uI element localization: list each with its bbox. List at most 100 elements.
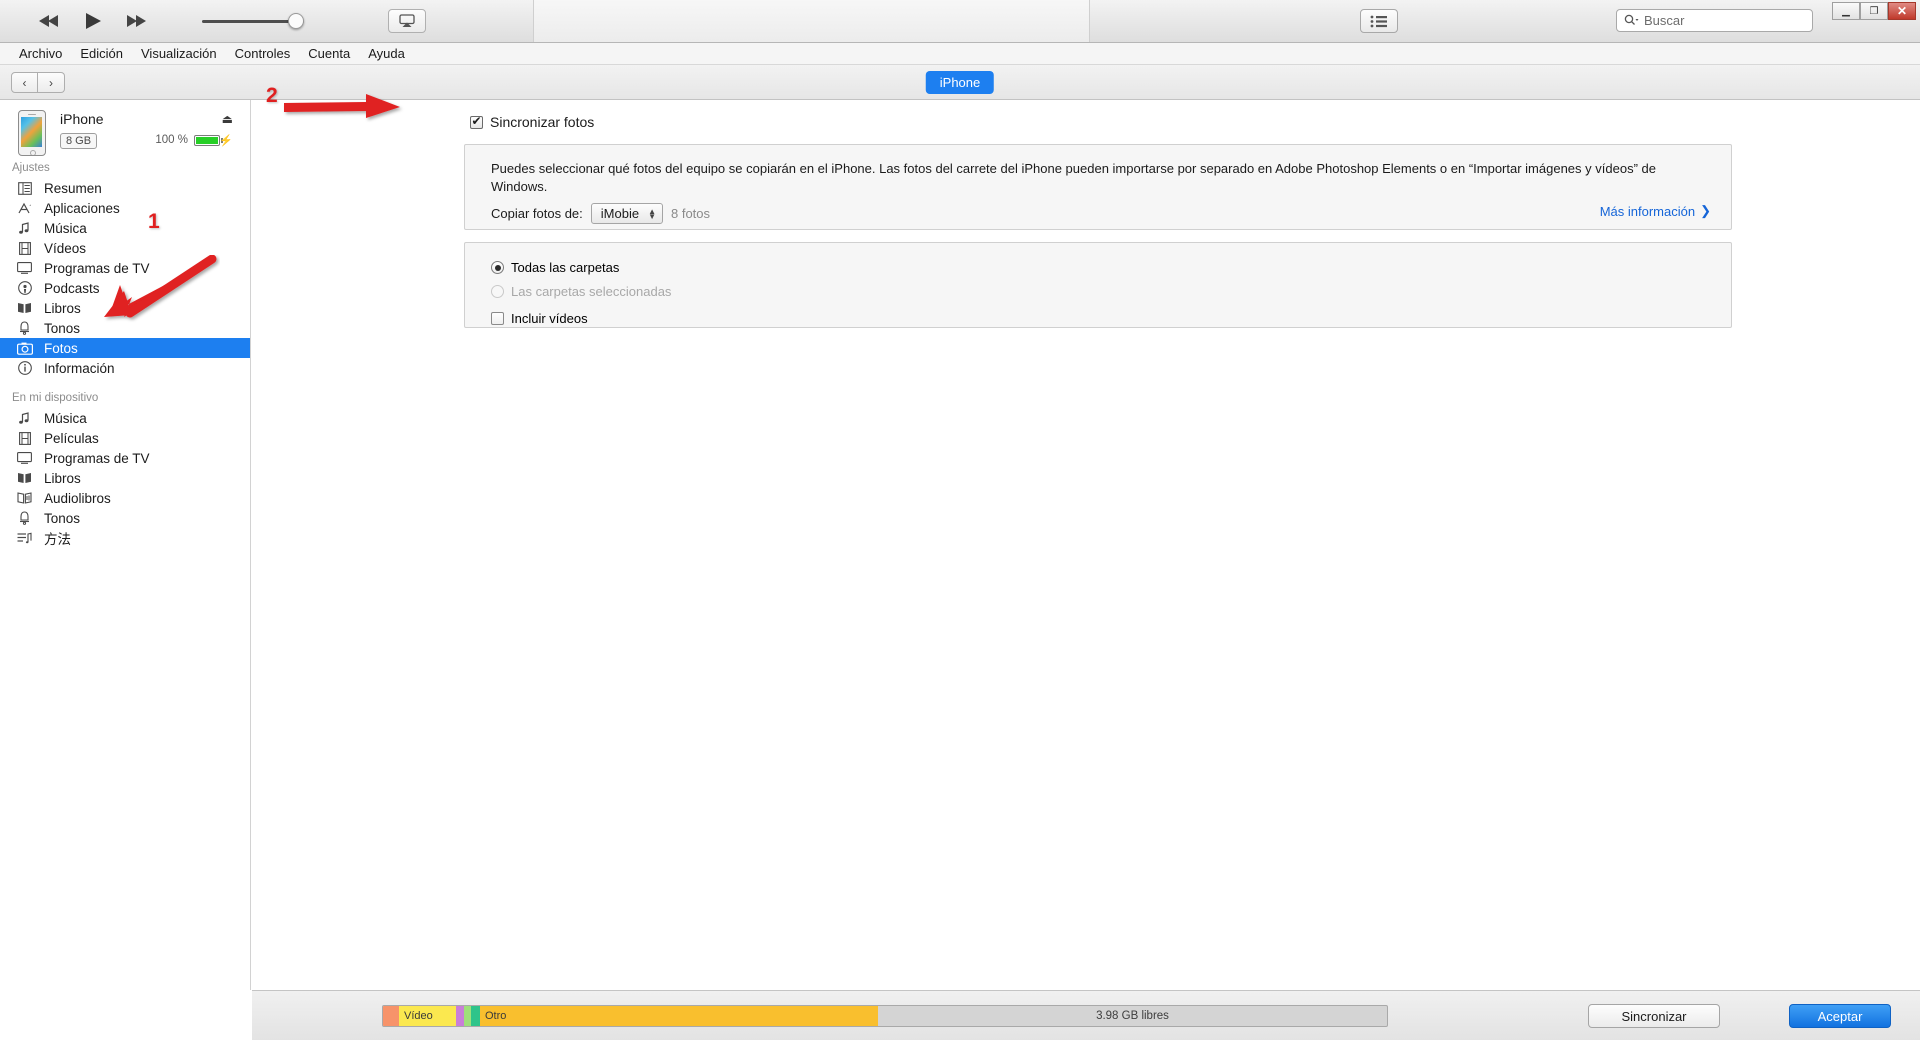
menu-archivo[interactable]: Archivo bbox=[10, 44, 71, 63]
list-view-icon[interactable] bbox=[1360, 9, 1398, 33]
sidebar-label: Música bbox=[44, 410, 87, 426]
battery-icon bbox=[194, 135, 220, 146]
more-info-link[interactable]: Más información ❯ bbox=[1600, 203, 1711, 219]
charging-bolt-icon: ⚡ bbox=[219, 135, 233, 147]
description-text: Puedes seleccionar qué fotos del equipo … bbox=[491, 161, 1656, 194]
close-icon: ✕ bbox=[1896, 4, 1908, 18]
sidebar-label: Libros bbox=[44, 470, 81, 486]
fast-forward-icon[interactable] bbox=[124, 9, 150, 33]
sidebar-label: Información bbox=[44, 360, 115, 376]
sidebar-item-tonos[interactable]: Tonos bbox=[0, 318, 250, 338]
summary-icon bbox=[16, 181, 33, 196]
menu-edicion[interactable]: Edición bbox=[71, 44, 132, 63]
search-icon bbox=[1624, 14, 1639, 27]
sidebar-item-programas-tv[interactable]: Programas de TV bbox=[0, 258, 250, 278]
sidebar-item-device-programas-tv[interactable]: Programas de TV bbox=[0, 448, 250, 468]
sidebar: iPhone 8 GB ⏏ 100 % ⚡ Ajustes Resumen Ap… bbox=[0, 100, 251, 990]
sidebar-item-resumen[interactable]: Resumen bbox=[0, 178, 250, 198]
bell-icon bbox=[16, 321, 33, 336]
forward-button[interactable]: › bbox=[38, 72, 65, 93]
play-icon[interactable] bbox=[80, 9, 106, 33]
menu-bar: Archivo Edición Visualización Controles … bbox=[0, 43, 1920, 65]
volume-slider[interactable] bbox=[202, 11, 304, 31]
iphone-icon bbox=[18, 110, 46, 156]
copy-from-row: Copiar fotos de: iMobie ▲ ▼ 8 fotos bbox=[491, 203, 710, 224]
sidebar-item-videos[interactable]: Vídeos bbox=[0, 238, 250, 258]
capacity-segment bbox=[383, 1006, 399, 1026]
sidebar-label: Vídeos bbox=[44, 240, 87, 256]
sidebar-item-playlist[interactable]: 方法 bbox=[0, 528, 250, 548]
close-button[interactable]: ✕ bbox=[1888, 2, 1916, 20]
option-selected-folders[interactable]: Las carpetas seleccionadas bbox=[491, 284, 671, 299]
tv-icon bbox=[16, 451, 33, 466]
main-content: ✔ Sincronizar fotos Puedes seleccionar q… bbox=[252, 100, 1920, 990]
info-icon bbox=[16, 361, 33, 376]
menu-controles[interactable]: Controles bbox=[226, 44, 300, 63]
sidebar-item-musica[interactable]: Música bbox=[0, 218, 250, 238]
volume-knob[interactable] bbox=[288, 13, 304, 29]
window-controls: ▁ ❐ ✕ bbox=[1832, 2, 1916, 20]
capacity-segment bbox=[471, 1006, 480, 1026]
sidebar-label: Fotos bbox=[44, 340, 78, 356]
menu-ayuda[interactable]: Ayuda bbox=[359, 44, 414, 63]
more-info-label: Más información bbox=[1599, 203, 1696, 219]
menu-visualizacion[interactable]: Visualización bbox=[132, 44, 226, 63]
sidebar-label: Libros bbox=[44, 300, 81, 316]
iphone-home-button bbox=[29, 150, 36, 155]
playlist-icon bbox=[16, 531, 33, 546]
audiobook-icon bbox=[16, 491, 33, 506]
radio-selected-folders[interactable] bbox=[491, 285, 504, 298]
sidebar-label: Aplicaciones bbox=[44, 200, 120, 216]
checkbox-include-videos[interactable] bbox=[491, 312, 504, 325]
bottom-bar: Vídeo Otro 3.98 GB libres Sincronizar Ac… bbox=[252, 990, 1920, 1040]
description-panel: Puedes seleccionar qué fotos del equipo … bbox=[464, 144, 1732, 230]
menu-cuenta[interactable]: Cuenta bbox=[299, 44, 359, 63]
tv-icon bbox=[16, 261, 33, 276]
sync-photos-row[interactable]: ✔ Sincronizar fotos bbox=[470, 114, 594, 130]
accept-button[interactable]: Aceptar bbox=[1789, 1004, 1891, 1028]
nav-arrow-group: ‹ › bbox=[11, 72, 65, 93]
podcast-icon bbox=[16, 281, 33, 296]
sidebar-item-peliculas[interactable]: Películas bbox=[0, 428, 250, 448]
capacity-segment-otro: Otro bbox=[480, 1006, 878, 1026]
capacity-bar: Vídeo Otro 3.98 GB libres bbox=[382, 1005, 1388, 1027]
sidebar-item-audiolibros[interactable]: Audiolibros bbox=[0, 488, 250, 508]
sidebar-item-device-tonos[interactable]: Tonos bbox=[0, 508, 250, 528]
transport-controls bbox=[36, 9, 150, 33]
minimize-button[interactable]: ▁ bbox=[1832, 2, 1860, 20]
capacity-free-label: 3.98 GB libres bbox=[1096, 1010, 1169, 1022]
camera-icon bbox=[16, 341, 33, 356]
device-list: Música Películas Programas de TV Libros … bbox=[0, 408, 250, 548]
sync-photos-label: Sincronizar fotos bbox=[490, 114, 595, 130]
maximize-button[interactable]: ❐ bbox=[1860, 2, 1888, 20]
airplay-icon[interactable] bbox=[388, 9, 426, 33]
book-icon bbox=[16, 471, 33, 486]
sidebar-item-libros[interactable]: Libros bbox=[0, 298, 250, 318]
eject-icon[interactable]: ⏏ bbox=[222, 112, 233, 126]
back-button[interactable]: ‹ bbox=[11, 72, 38, 93]
copy-from-value: iMobie bbox=[600, 206, 640, 221]
iphone-speaker bbox=[28, 113, 36, 116]
option-label: Incluir vídeos bbox=[511, 311, 588, 326]
sync-button[interactable]: Sincronizar bbox=[1588, 1004, 1720, 1028]
sidebar-item-podcasts[interactable]: Podcasts bbox=[0, 278, 250, 298]
rewind-icon[interactable] bbox=[36, 9, 62, 33]
sidebar-item-device-musica[interactable]: Música bbox=[0, 408, 250, 428]
radio-all-folders[interactable] bbox=[491, 261, 504, 274]
sidebar-item-fotos[interactable]: Fotos bbox=[0, 338, 250, 358]
option-all-folders[interactable]: Todas las carpetas bbox=[491, 260, 619, 275]
sidebar-item-informacion[interactable]: Información bbox=[0, 358, 250, 378]
sync-photos-checkbox[interactable]: ✔ bbox=[470, 115, 483, 129]
option-include-videos[interactable]: Incluir vídeos bbox=[491, 311, 588, 326]
copy-from-select[interactable]: iMobie ▲ ▼ bbox=[590, 203, 663, 224]
sidebar-section-ajustes: Ajustes bbox=[12, 162, 50, 174]
sidebar-item-aplicaciones[interactable]: Aplicaciones bbox=[0, 198, 250, 218]
radio-dot bbox=[494, 264, 501, 271]
search-input[interactable]: Buscar bbox=[1616, 9, 1813, 32]
sidebar-section-dispositivo: En mi dispositivo bbox=[12, 392, 99, 404]
capacity-segment bbox=[464, 1006, 471, 1026]
sidebar-item-device-libros[interactable]: Libros bbox=[0, 468, 250, 488]
battery-fill bbox=[196, 137, 218, 144]
option-label: Todas las carpetas bbox=[511, 260, 620, 275]
tab-iphone[interactable]: iPhone bbox=[925, 71, 995, 94]
